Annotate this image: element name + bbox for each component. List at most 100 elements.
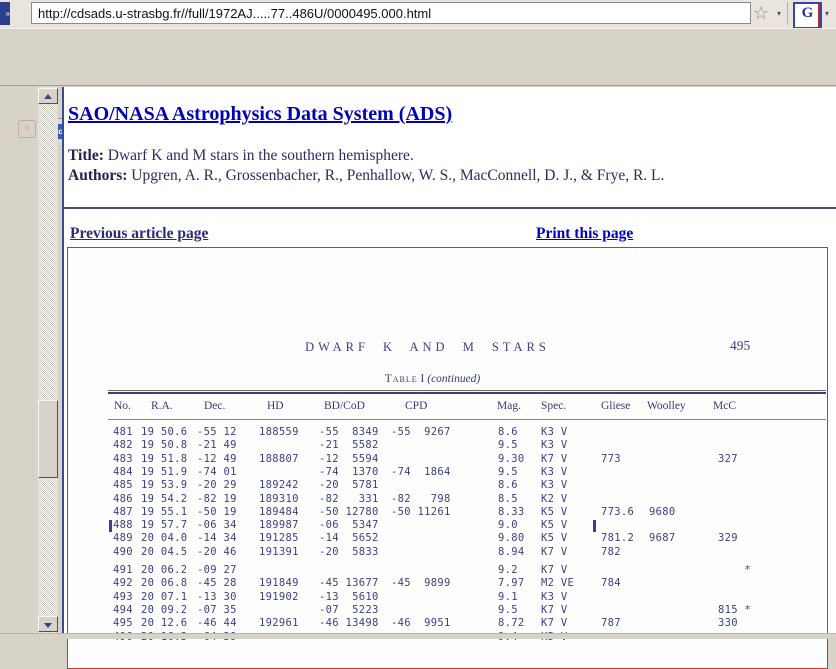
search-dropdown-icon[interactable]: ▾ <box>822 8 832 20</box>
table-cell: 484 <box>113 466 133 478</box>
table-cell: 491 <box>113 564 133 576</box>
table-cell: 8.5 <box>498 493 518 505</box>
column-header: BD/CoD <box>324 400 365 412</box>
scrollbar-thumb[interactable] <box>38 400 58 478</box>
table-cell: -09 27 <box>197 564 237 576</box>
table-cell: -55 12 <box>197 426 237 438</box>
table-cell: K5 V <box>541 519 568 531</box>
table-cell: -82 19 <box>197 493 237 505</box>
table-row: 49420 09.2-07 35-07 52239.5K7 V815 * <box>68 604 826 617</box>
print-this-page-link[interactable]: Print this page <box>536 225 633 243</box>
scrollbar-track[interactable] <box>38 87 58 638</box>
table-cell: -55 9267 <box>391 426 451 438</box>
table-cell: -50 19 <box>197 506 237 518</box>
favorites-dropdown-icon[interactable]: ▾ <box>774 8 784 20</box>
table-cell: 782 <box>601 546 621 558</box>
table-cell: 20 04.5 <box>141 546 187 558</box>
table-row: 49220 06.8-45 28191849-45 13677-45 98997… <box>68 577 826 590</box>
table-cell: -20 5781 <box>319 479 379 491</box>
article-title-line: Title: Dwarf K and M stars in the southe… <box>68 147 414 165</box>
table-cell: -21 5582 <box>319 439 379 451</box>
table-cell: 485 <box>113 479 133 491</box>
column-header: HD <box>267 400 284 412</box>
table-cell: 787 <box>601 617 621 629</box>
table-cell: 9.5 <box>498 466 518 478</box>
table-cell: 9.1 <box>498 591 518 603</box>
google-search-button[interactable]: G <box>793 2 822 29</box>
table-row: 48819 57.7-06 34189987-06 53479.0K5 V <box>68 519 826 532</box>
table-cell: 191849 <box>259 577 299 589</box>
table-cell: 20 07.1 <box>141 591 187 603</box>
scroll-down-button[interactable] <box>38 616 58 632</box>
ads-heading-link[interactable]: SAO/NASA Astrophysics Data System (ADS) <box>68 103 452 126</box>
table-row: 48719 55.1-50 19189484-50 12780-50 11261… <box>68 506 826 519</box>
scan-artifact-mark <box>593 520 596 532</box>
table-cell: 490 <box>113 546 133 558</box>
table-cell: 20 12.6 <box>141 617 187 629</box>
url-input[interactable] <box>31 2 751 24</box>
toolbar-strip <box>0 28 836 60</box>
toolbar-separator <box>787 2 788 25</box>
table-cell: -06 5347 <box>319 519 379 531</box>
table-cell: 9687 <box>649 532 676 544</box>
table-cell: K2 V <box>541 493 568 505</box>
table-cell: -20 46 <box>197 546 237 558</box>
table-cell: -82 798 <box>391 493 451 505</box>
table-cell: 20 04.0 <box>141 532 187 544</box>
authors-text: Upgren, A. R., Grossenbacher, R., Penhal… <box>127 167 664 184</box>
table-cell: 483 <box>113 453 133 465</box>
table-cell: 482 <box>113 439 133 451</box>
table-cell: 189987 <box>259 519 299 531</box>
table-cell: K7 V <box>541 564 568 576</box>
column-header: Gliese <box>601 400 630 412</box>
table-cell: 773 <box>601 453 621 465</box>
table-cell: 8.33 <box>498 506 525 518</box>
up-arrow-icon <box>44 94 52 99</box>
column-header: McC <box>713 400 736 412</box>
table-cell: 8.72 <box>498 617 525 629</box>
down-arrow-icon <box>44 623 52 628</box>
table-cell: 9.80 <box>498 532 525 544</box>
table-cell: -13 30 <box>197 591 237 603</box>
table-cell: -82 331 <box>319 493 379 505</box>
table-cell: 19 53.9 <box>141 479 187 491</box>
vertical-scrollbar[interactable] <box>38 87 58 638</box>
table-cell: 9.2 <box>498 564 518 576</box>
inactive-tab-button[interactable]: × <box>18 120 36 138</box>
table-top-rule <box>108 390 826 394</box>
table-cell: -46 44 <box>197 617 237 629</box>
table-cell: K7 V <box>541 604 568 616</box>
caption-continued: (continued) <box>427 373 480 385</box>
column-header: R.A. <box>151 400 173 412</box>
table-cell: 8.94 <box>498 546 525 558</box>
table-cell: -12 49 <box>197 453 237 465</box>
table-cell: 189484 <box>259 506 299 518</box>
table-cell: -12 5594 <box>319 453 379 465</box>
table-cell: 9.5 <box>498 604 518 616</box>
table-cell: * <box>718 564 751 576</box>
table-cell: -46 9951 <box>391 617 451 629</box>
column-header: Dec. <box>204 400 225 412</box>
google-g-icon: G <box>802 5 814 21</box>
table-cell: 494 <box>113 604 133 616</box>
table-row: 48619 54.2-82 19189310-82 331-82 7988.5K… <box>68 493 826 506</box>
table-cell: 492 <box>113 577 133 589</box>
table-cell: -20 5833 <box>319 546 379 558</box>
table-cell: 329 <box>718 532 738 544</box>
table-cell: 9680 <box>649 506 676 518</box>
tab-bar-divider <box>0 85 836 86</box>
caption-table-word: Table <box>385 373 418 385</box>
favorites-star-icon[interactable]: ☆ <box>749 2 773 25</box>
table-cell: -07 35 <box>197 604 237 616</box>
table-row: 49320 07.1-13 30191902-13 56109.1K3 V <box>68 591 826 604</box>
scroll-up-button[interactable] <box>38 88 58 104</box>
horizontal-rule <box>64 207 836 209</box>
table-row: 49120 06.2-09 279.2K7 V * <box>68 564 826 577</box>
table-cell: 481 <box>113 426 133 438</box>
table-cell: -14 5652 <box>319 532 379 544</box>
previous-article-page-link[interactable]: Previous article page <box>70 225 208 243</box>
table-cell: 19 51.8 <box>141 453 187 465</box>
scanned-page-frame: DWARF K AND M STARS 495 Table I (continu… <box>67 247 828 669</box>
table-row: 48920 04.0-14 34191285-14 56529.80K5 V78… <box>68 532 826 545</box>
table-cell: 486 <box>113 493 133 505</box>
